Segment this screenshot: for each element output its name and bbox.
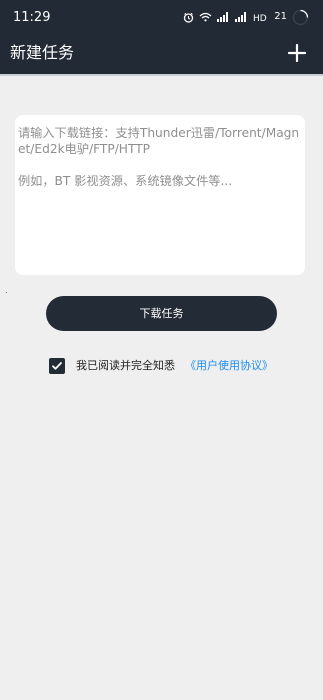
download-link-card: 请输入下载链接：支持Thunder迅雷/Torrent/Magnet/Ed2k电… xyxy=(15,115,305,275)
agreement-checkbox[interactable] xyxy=(49,358,65,374)
app-bar: 新建任务 xyxy=(0,34,323,74)
header-divider xyxy=(0,74,323,76)
page-title: 新建任务 xyxy=(10,43,75,62)
agreement-row: 我已阅读并完全知悉 《用户使用协议》 xyxy=(49,356,273,376)
plus-icon[interactable] xyxy=(285,41,309,65)
download-button[interactable]: 下载任务 xyxy=(46,296,277,331)
user-agreement-link[interactable]: 《用户使用协议》 xyxy=(185,356,273,376)
download-link-input[interactable]: 请输入下载链接：支持Thunder迅雷/Torrent/Magnet/Ed2k电… xyxy=(18,125,303,189)
alarm-icon xyxy=(184,12,194,23)
status-time: 11:29 xyxy=(13,10,51,25)
agreement-text: 我已阅读并完全知悉 xyxy=(76,359,175,372)
battery-percentage: 21 xyxy=(274,11,287,22)
edge-dot xyxy=(6,292,7,293)
status-bar: 11:29 HD 21 xyxy=(0,0,323,34)
check-icon xyxy=(52,362,62,370)
signal-icon xyxy=(235,12,247,22)
svg-text:HD: HD xyxy=(253,14,267,22)
signal-icon xyxy=(217,12,229,22)
wifi-icon xyxy=(199,12,212,22)
status-icons: HD 21 xyxy=(183,8,309,26)
battery-ring-icon xyxy=(292,9,309,25)
hd-icon: HD xyxy=(253,14,267,22)
